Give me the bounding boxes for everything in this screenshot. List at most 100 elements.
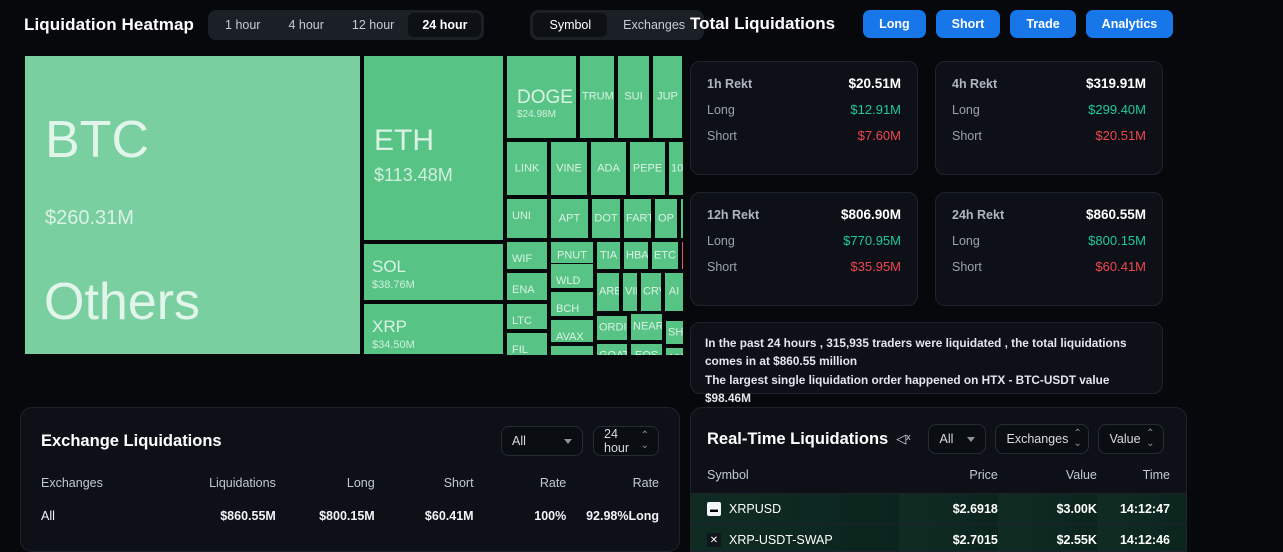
treemap-tile-ena[interactable]: ENA: [506, 272, 548, 301]
long-button[interactable]: Long: [863, 10, 926, 38]
treemap-tile-arb[interactable]: ARB: [596, 272, 620, 312]
treemap-tile-crv[interactable]: CRV: [640, 272, 662, 312]
treemap-tile-goat[interactable]: GOAT: [596, 343, 628, 355]
treemap-tile-label: ENA: [512, 285, 535, 296]
time-range-12-hour[interactable]: 12 hour: [338, 13, 408, 37]
liquidation-treemap[interactable]: BTC$260.31MOthers$177.31METH$113.48MSOL$…: [24, 55, 683, 355]
trade-button[interactable]: Trade: [1010, 10, 1075, 38]
treemap-tile-ai[interactable]: AI: [664, 272, 683, 312]
treemap-tile-pepe[interactable]: PEPE: [629, 141, 666, 196]
view-mode-segmented-control[interactable]: Symbol Exchanges: [530, 10, 704, 40]
treemap-tile-vine[interactable]: VINE: [550, 141, 588, 196]
treemap-tile-label: JUP: [653, 92, 682, 103]
treemap-tile-trump[interactable]: TRUMP: [579, 55, 615, 139]
table-header-row: Exchanges Liquidations Long Short Rate R…: [41, 470, 659, 500]
treemap-tile-sui[interactable]: SUI: [617, 55, 650, 139]
table-row[interactable]: All $860.55M $800.15M $60.41M 100% 92.98…: [41, 500, 659, 523]
treemap-tile-label: FARTCOIN: [624, 213, 651, 224]
treemap-tile-etc[interactable]: ETC: [651, 241, 679, 270]
treemap-tile-vinu[interactable]: VINU: [622, 272, 638, 312]
realtime-filter-exchanges-dropdown[interactable]: Exchanges ⌃⌄: [995, 424, 1089, 454]
treemap-tile-label: BTC: [45, 114, 149, 166]
cell-time: 14:12:46: [1097, 525, 1186, 552]
treemap-tile-near[interactable]: NEAR: [630, 313, 663, 341]
realtime-filter-all-label: All: [939, 432, 953, 446]
treemap-tile-avax[interactable]: AVAX: [550, 319, 594, 343]
treemap-tile-label: LINK: [507, 163, 547, 174]
treemap-tile-label: AVAX: [556, 332, 584, 343]
exchange-filter-time-dropdown[interactable]: 24 hour ⌃⌄: [593, 426, 659, 456]
treemap-tile-tia[interactable]: TIA: [596, 241, 621, 270]
treemap-tile-label: OP: [655, 213, 677, 224]
stat-long-1h: $12.91M: [850, 102, 901, 117]
stat-long-label-1h: Long: [707, 103, 735, 117]
treemap-tile-fil[interactable]: FIL: [506, 332, 548, 355]
treemap-tile-1000pepe[interactable]: 1000PEPE: [668, 141, 683, 196]
treemap-tile-value: $113.48M: [374, 166, 453, 184]
time-range-24-hour[interactable]: 24 hour: [408, 13, 481, 37]
speaker-mute-icon[interactable]: ◁ˣ: [896, 431, 910, 447]
exchange-liquidations-title: Exchange Liquidations: [41, 432, 222, 451]
treemap-tile-ordi[interactable]: ORDI: [596, 315, 628, 341]
cell-short: $60.41M: [375, 500, 474, 523]
time-range-1-hour[interactable]: 1 hour: [211, 13, 274, 37]
treemap-tile-ltc[interactable]: LTC: [506, 303, 548, 330]
treemap-tile-label: FIL: [512, 345, 528, 355]
treemap-tile-link[interactable]: LINK: [506, 141, 548, 196]
treemap-tile-sol[interactable]: SOL$38.76M: [363, 243, 504, 301]
realtime-filter-exchanges-label: Exchanges: [1006, 432, 1068, 446]
treemap-tile-1000bonk[interactable]: 1000BONK: [665, 347, 683, 355]
treemap-tile-apt[interactable]: APT: [550, 198, 589, 239]
treemap-tile-label: PNUT: [551, 250, 593, 261]
treemap-tile-label: SHIB: [666, 327, 683, 338]
treemap-tile-wld[interactable]: WLD: [550, 263, 594, 289]
treemap-tile-jup[interactable]: JUP: [652, 55, 683, 139]
treemap-tile-label: XRP: [372, 318, 407, 335]
col-value: Value: [998, 468, 1097, 494]
treemap-tile-eth[interactable]: ETH$113.48M: [363, 55, 504, 241]
treemap-tile-xrp[interactable]: XRP$34.50M: [363, 303, 504, 355]
treemap-tile-uni[interactable]: UNI: [506, 198, 548, 239]
treemap-tile-op[interactable]: OP: [654, 198, 678, 239]
up-down-chevron-icon: ⌃⌄: [1073, 429, 1080, 449]
treemap-tile-dot[interactable]: DOT: [591, 198, 621, 239]
treemap-tile-ondo[interactable]: ONDO: [550, 345, 594, 355]
stat-label-24h: 24h Rekt: [952, 208, 1004, 222]
table-row[interactable]: ▬ XRPUSD $2.6918 $3.00K 14:12:47: [691, 494, 1186, 525]
treemap-tile-ada[interactable]: ADA: [590, 141, 627, 196]
treemap-tile-fartcoin[interactable]: FARTCOIN: [623, 198, 652, 239]
view-mode-symbol[interactable]: Symbol: [533, 13, 607, 37]
time-range-4-hour[interactable]: 4 hour: [274, 13, 337, 37]
view-mode-exchanges[interactable]: Exchanges: [607, 13, 701, 37]
treemap-tile-xlm[interactable]: XLM: [680, 198, 683, 239]
realtime-filter-all-dropdown[interactable]: All: [928, 424, 986, 454]
exchange-filter-all-dropdown[interactable]: All: [501, 426, 583, 456]
realtime-filter-value-dropdown[interactable]: Value ⌃⌄: [1098, 424, 1164, 454]
treemap-tile-label: SPELL: [682, 250, 683, 261]
total-liquidations-header: Total Liquidations Long Short Trade Anal…: [690, 0, 1283, 48]
table-row[interactable]: ✕ XRP-USDT-SWAP $2.7015 $2.55K 14:12:46: [691, 525, 1186, 552]
treemap-tile-hbar[interactable]: HBAR: [623, 241, 649, 270]
symbol-label: XRPUSD: [729, 502, 781, 516]
exchange-filter-time-label: 24 hour: [604, 427, 636, 455]
treemap-tile-label: VINE: [551, 163, 587, 174]
treemap-tile-others[interactable]: Others$177.31M: [24, 218, 361, 355]
time-range-segmented-control[interactable]: 1 hour 4 hour 12 hour 24 hour: [208, 10, 484, 40]
analytics-button[interactable]: Analytics: [1086, 10, 1174, 38]
treemap-tile-label: UNI: [512, 211, 531, 222]
exchange-liquidations-card: Exchange Liquidations All 24 hour ⌃⌄ Exc…: [20, 407, 680, 552]
short-button[interactable]: Short: [936, 10, 1001, 38]
treemap-tile-doge[interactable]: DOGE$24.98M: [506, 55, 577, 139]
treemap-tile-spell[interactable]: SPELL: [681, 241, 683, 270]
treemap-tile-shib[interactable]: SHIB: [665, 320, 683, 345]
cell-price: $2.7015: [899, 525, 998, 552]
treemap-tile-wif[interactable]: WIF: [506, 241, 548, 270]
cell-exchange: All: [41, 500, 165, 523]
cell-value: $3.00K: [998, 494, 1097, 525]
col-exchanges: Exchanges: [41, 470, 165, 500]
treemap-tile-eos[interactable]: EOS: [630, 343, 663, 355]
treemap-tile-label: 1000BONK: [666, 354, 683, 356]
col-liquidations: Liquidations: [165, 470, 276, 500]
up-down-chevron-icon: ⌃⌄: [641, 431, 648, 451]
treemap-tile-bch[interactable]: BCH: [550, 291, 594, 317]
